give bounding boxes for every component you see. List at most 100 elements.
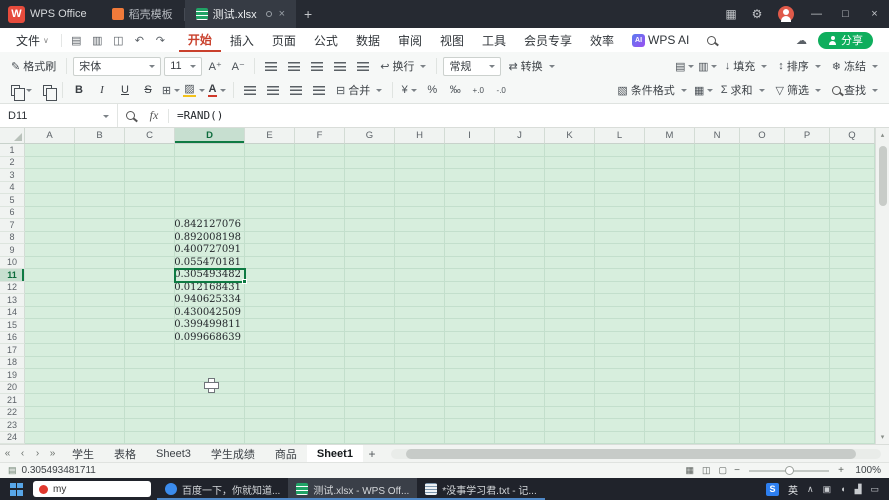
align-center-button[interactable] xyxy=(263,80,283,100)
cell-J4[interactable] xyxy=(495,181,545,194)
cell-I10[interactable] xyxy=(445,256,495,269)
cell-F17[interactable] xyxy=(295,344,345,357)
cell-O24[interactable] xyxy=(740,431,785,444)
cell-N20[interactable] xyxy=(695,381,740,394)
cell-C9[interactable] xyxy=(125,244,175,257)
cell-E4[interactable] xyxy=(245,181,295,194)
cell-A15[interactable] xyxy=(25,319,75,332)
row-header-10[interactable]: 10 xyxy=(0,256,25,269)
cell-K8[interactable] xyxy=(545,231,595,244)
cell-D4[interactable] xyxy=(175,181,245,194)
cell-Q9[interactable] xyxy=(830,244,875,257)
cell-M8[interactable] xyxy=(645,231,695,244)
strikethrough-button[interactable]: S xyxy=(138,80,158,100)
cell-B23[interactable] xyxy=(75,419,125,432)
cell-O19[interactable] xyxy=(740,369,785,382)
percent-format-button[interactable]: % xyxy=(422,80,442,100)
cell-Q2[interactable] xyxy=(830,156,875,169)
cell-O13[interactable] xyxy=(740,294,785,307)
cell-A7[interactable] xyxy=(25,219,75,232)
font-color-button[interactable]: A xyxy=(207,80,227,100)
row-header-1[interactable]: 1 xyxy=(0,144,25,157)
increase-decimal-button[interactable]: +.0 xyxy=(468,80,488,100)
cell-H11[interactable] xyxy=(395,269,445,282)
fill-handle[interactable] xyxy=(242,278,247,284)
cell-A17[interactable] xyxy=(25,344,75,357)
row-header-19[interactable]: 19 xyxy=(0,369,25,382)
cell-O8[interactable] xyxy=(740,231,785,244)
cell-F8[interactable] xyxy=(295,231,345,244)
document-tab-1[interactable]: 稻壳模板 xyxy=(101,0,184,28)
cell-D10[interactable]: 0.055470181 xyxy=(175,256,245,269)
cell-O21[interactable] xyxy=(740,394,785,407)
cell-N14[interactable] xyxy=(695,306,740,319)
cell-D13[interactable]: 0.940625334 xyxy=(175,294,245,307)
cell-K22[interactable] xyxy=(545,406,595,419)
cell-J1[interactable] xyxy=(495,144,545,157)
cell-D16[interactable]: 0.099668639 xyxy=(175,331,245,344)
cell-I12[interactable] xyxy=(445,281,495,294)
previous-sheet-button[interactable]: ‹ xyxy=(15,448,30,459)
cell-M22[interactable] xyxy=(645,406,695,419)
cell-B9[interactable] xyxy=(75,244,125,257)
cell-Q5[interactable] xyxy=(830,194,875,207)
cell-E1[interactable] xyxy=(245,144,295,157)
cell-J11[interactable] xyxy=(495,269,545,282)
cell-G10[interactable] xyxy=(345,256,395,269)
cell-A24[interactable] xyxy=(25,431,75,444)
cell-B11[interactable] xyxy=(75,269,125,282)
cell-M9[interactable] xyxy=(645,244,695,257)
cell-G22[interactable] xyxy=(345,406,395,419)
cell-K6[interactable] xyxy=(545,206,595,219)
formula-search-button[interactable] xyxy=(118,111,142,120)
cell-E10[interactable] xyxy=(245,256,295,269)
cell-N1[interactable] xyxy=(695,144,740,157)
cell-C6[interactable] xyxy=(125,206,175,219)
cell-F24[interactable] xyxy=(295,431,345,444)
cell-H9[interactable] xyxy=(395,244,445,257)
cell-I11[interactable] xyxy=(445,269,495,282)
cell-O6[interactable] xyxy=(740,206,785,219)
sheet-tab-shangpin[interactable]: 商品 xyxy=(265,445,307,462)
cell-E19[interactable] xyxy=(245,369,295,382)
cell-O3[interactable] xyxy=(740,169,785,182)
increase-font-button[interactable]: A⁺ xyxy=(205,56,225,76)
cell-Q4[interactable] xyxy=(830,181,875,194)
cell-N2[interactable] xyxy=(695,156,740,169)
row-header-21[interactable]: 21 xyxy=(0,394,25,407)
cell-G13[interactable] xyxy=(345,294,395,307)
number-format-select[interactable]: 常规 xyxy=(443,56,502,76)
cell-F14[interactable] xyxy=(295,306,345,319)
cell-K3[interactable] xyxy=(545,169,595,182)
cell-E11[interactable] xyxy=(245,269,295,282)
cell-G24[interactable] xyxy=(345,431,395,444)
cell-L11[interactable] xyxy=(595,269,645,282)
insert-function-button[interactable]: fx xyxy=(142,108,166,123)
italic-button[interactable]: I xyxy=(92,80,112,100)
cell-G8[interactable] xyxy=(345,231,395,244)
cell-F9[interactable] xyxy=(295,244,345,257)
cell-K15[interactable] xyxy=(545,319,595,332)
cell-B13[interactable] xyxy=(75,294,125,307)
cell-H21[interactable] xyxy=(395,394,445,407)
cell-M5[interactable] xyxy=(645,194,695,207)
convert-button[interactable]: ⇄ 转换 xyxy=(504,56,558,77)
taskbar-search-box[interactable]: my xyxy=(33,481,151,497)
cell-L19[interactable] xyxy=(595,369,645,382)
cell-P15[interactable] xyxy=(785,319,830,332)
sort-button[interactable]: ↕ 排序 xyxy=(774,56,825,77)
cell-O22[interactable] xyxy=(740,406,785,419)
cell-B14[interactable] xyxy=(75,306,125,319)
row-header-15[interactable]: 15 xyxy=(0,319,25,332)
cell-M17[interactable] xyxy=(645,344,695,357)
zoom-slider-knob[interactable] xyxy=(785,466,794,475)
select-all-corner[interactable] xyxy=(0,128,25,144)
cell-C10[interactable] xyxy=(125,256,175,269)
row-header-5[interactable]: 5 xyxy=(0,194,25,207)
column-header-E[interactable]: E xyxy=(245,128,295,144)
cell-C8[interactable] xyxy=(125,231,175,244)
row-header-2[interactable]: 2 xyxy=(0,156,25,169)
cell-Q12[interactable] xyxy=(830,281,875,294)
cell-A10[interactable] xyxy=(25,256,75,269)
cell-I23[interactable] xyxy=(445,419,495,432)
